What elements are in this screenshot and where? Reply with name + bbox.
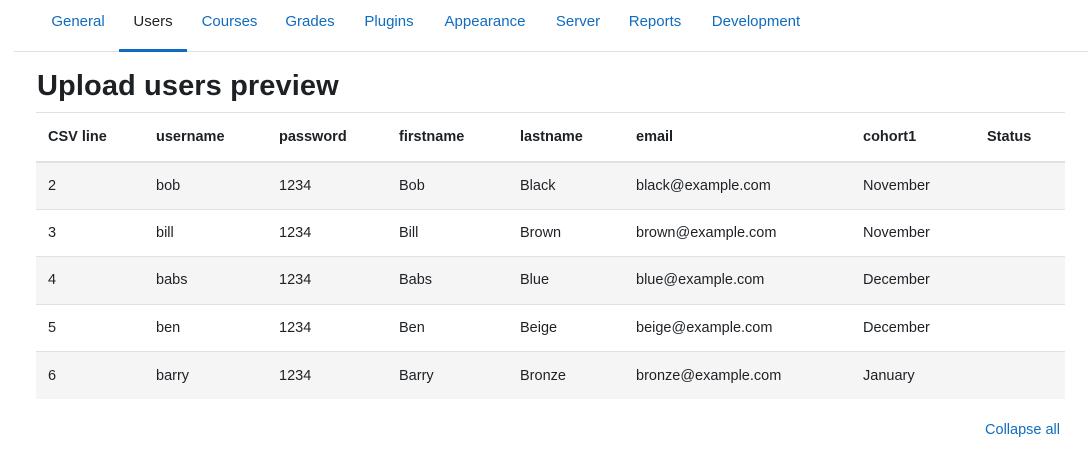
cell-email: black@example.com [636, 177, 771, 194]
table-row: 2 bob 1234 Bob Black black@example.com N… [36, 161, 1065, 210]
cell-csv-line: 5 [48, 319, 57, 336]
tab-courses[interactable]: Courses [189, 0, 270, 52]
admin-tab-bar: General Users Courses Grades Plugins App… [14, 0, 1088, 52]
cell-lastname: Beige [520, 319, 558, 336]
cell-password: 1234 [279, 177, 312, 194]
cell-lastname: Brown [520, 224, 562, 241]
cell-firstname: Bob [399, 177, 425, 194]
cell-csv-line: 4 [48, 272, 57, 289]
cell-cohort1: November [863, 177, 930, 194]
cell-username: babs [156, 272, 188, 289]
cell-firstname: Ben [399, 319, 425, 336]
cell-username: barry [156, 367, 190, 384]
cell-lastname: Blue [520, 272, 550, 289]
cell-email: bronze@example.com [636, 367, 782, 384]
cell-status [975, 257, 1065, 305]
cell-cohort1: December [863, 272, 930, 289]
table-row: 6 barry 1234 Barry Bronze bronze@example… [36, 351, 1065, 400]
cell-status [975, 352, 1065, 400]
column-header-firstname[interactable]: firstname [387, 113, 508, 162]
cell-username: bob [156, 177, 181, 194]
cell-csv-line: 3 [48, 224, 57, 241]
cell-csv-line: 2 [48, 177, 57, 194]
cell-cohort1: January [863, 367, 915, 384]
cell-firstname: Barry [399, 367, 434, 384]
cell-cohort1: December [863, 319, 930, 336]
cell-firstname: Babs [399, 272, 433, 289]
cell-password: 1234 [279, 224, 312, 241]
column-header-password[interactable]: password [267, 113, 387, 162]
cell-firstname: Bill [399, 224, 419, 241]
tab-development[interactable]: Development [698, 0, 814, 52]
cell-email: beige@example.com [636, 319, 773, 336]
cell-csv-line: 6 [48, 367, 57, 384]
tab-reports[interactable]: Reports [617, 0, 693, 52]
cell-username: ben [156, 319, 181, 336]
cell-cohort1: November [863, 224, 930, 241]
tab-plugins[interactable]: Plugins [352, 0, 426, 52]
tab-general[interactable]: General [36, 0, 120, 52]
tab-server[interactable]: Server [544, 0, 612, 52]
cell-email: blue@example.com [636, 272, 765, 289]
column-header-csv-line[interactable]: CSV line [36, 113, 144, 162]
cell-status [975, 162, 1065, 210]
upload-users-preview-table-wrapper: CSV line username password firstname las… [36, 112, 1065, 399]
tab-users[interactable]: Users [119, 0, 187, 52]
page-title: Upload users preview [37, 70, 339, 102]
cell-status [975, 209, 1065, 257]
collapse-all-link[interactable]: Collapse all [985, 422, 1060, 438]
cell-password: 1234 [279, 319, 312, 336]
cell-password: 1234 [279, 367, 312, 384]
table-row: 3 bill 1234 Bill Brown brown@example.com… [36, 209, 1065, 257]
cell-lastname: Black [520, 177, 556, 194]
column-header-cohort1[interactable]: cohort1 [851, 113, 975, 162]
cell-lastname: Bronze [520, 367, 566, 384]
table-header-row: CSV line username password firstname las… [36, 112, 1065, 162]
tab-appearance[interactable]: Appearance [432, 0, 538, 52]
table-row: 4 babs 1234 Babs Blue blue@example.com D… [36, 256, 1065, 305]
table-row: 5 ben 1234 Ben Beige beige@example.com D… [36, 304, 1065, 352]
cell-username: bill [156, 224, 174, 241]
cell-email: brown@example.com [636, 224, 777, 241]
upload-users-preview-table: CSV line username password firstname las… [36, 112, 1065, 399]
tab-grades[interactable]: Grades [275, 0, 345, 52]
cell-password: 1234 [279, 272, 312, 289]
column-header-lastname[interactable]: lastname [508, 113, 624, 162]
column-header-username[interactable]: username [144, 113, 267, 162]
column-header-status[interactable]: Status [975, 113, 1065, 162]
column-header-email[interactable]: email [624, 113, 851, 162]
cell-status [975, 304, 1065, 352]
